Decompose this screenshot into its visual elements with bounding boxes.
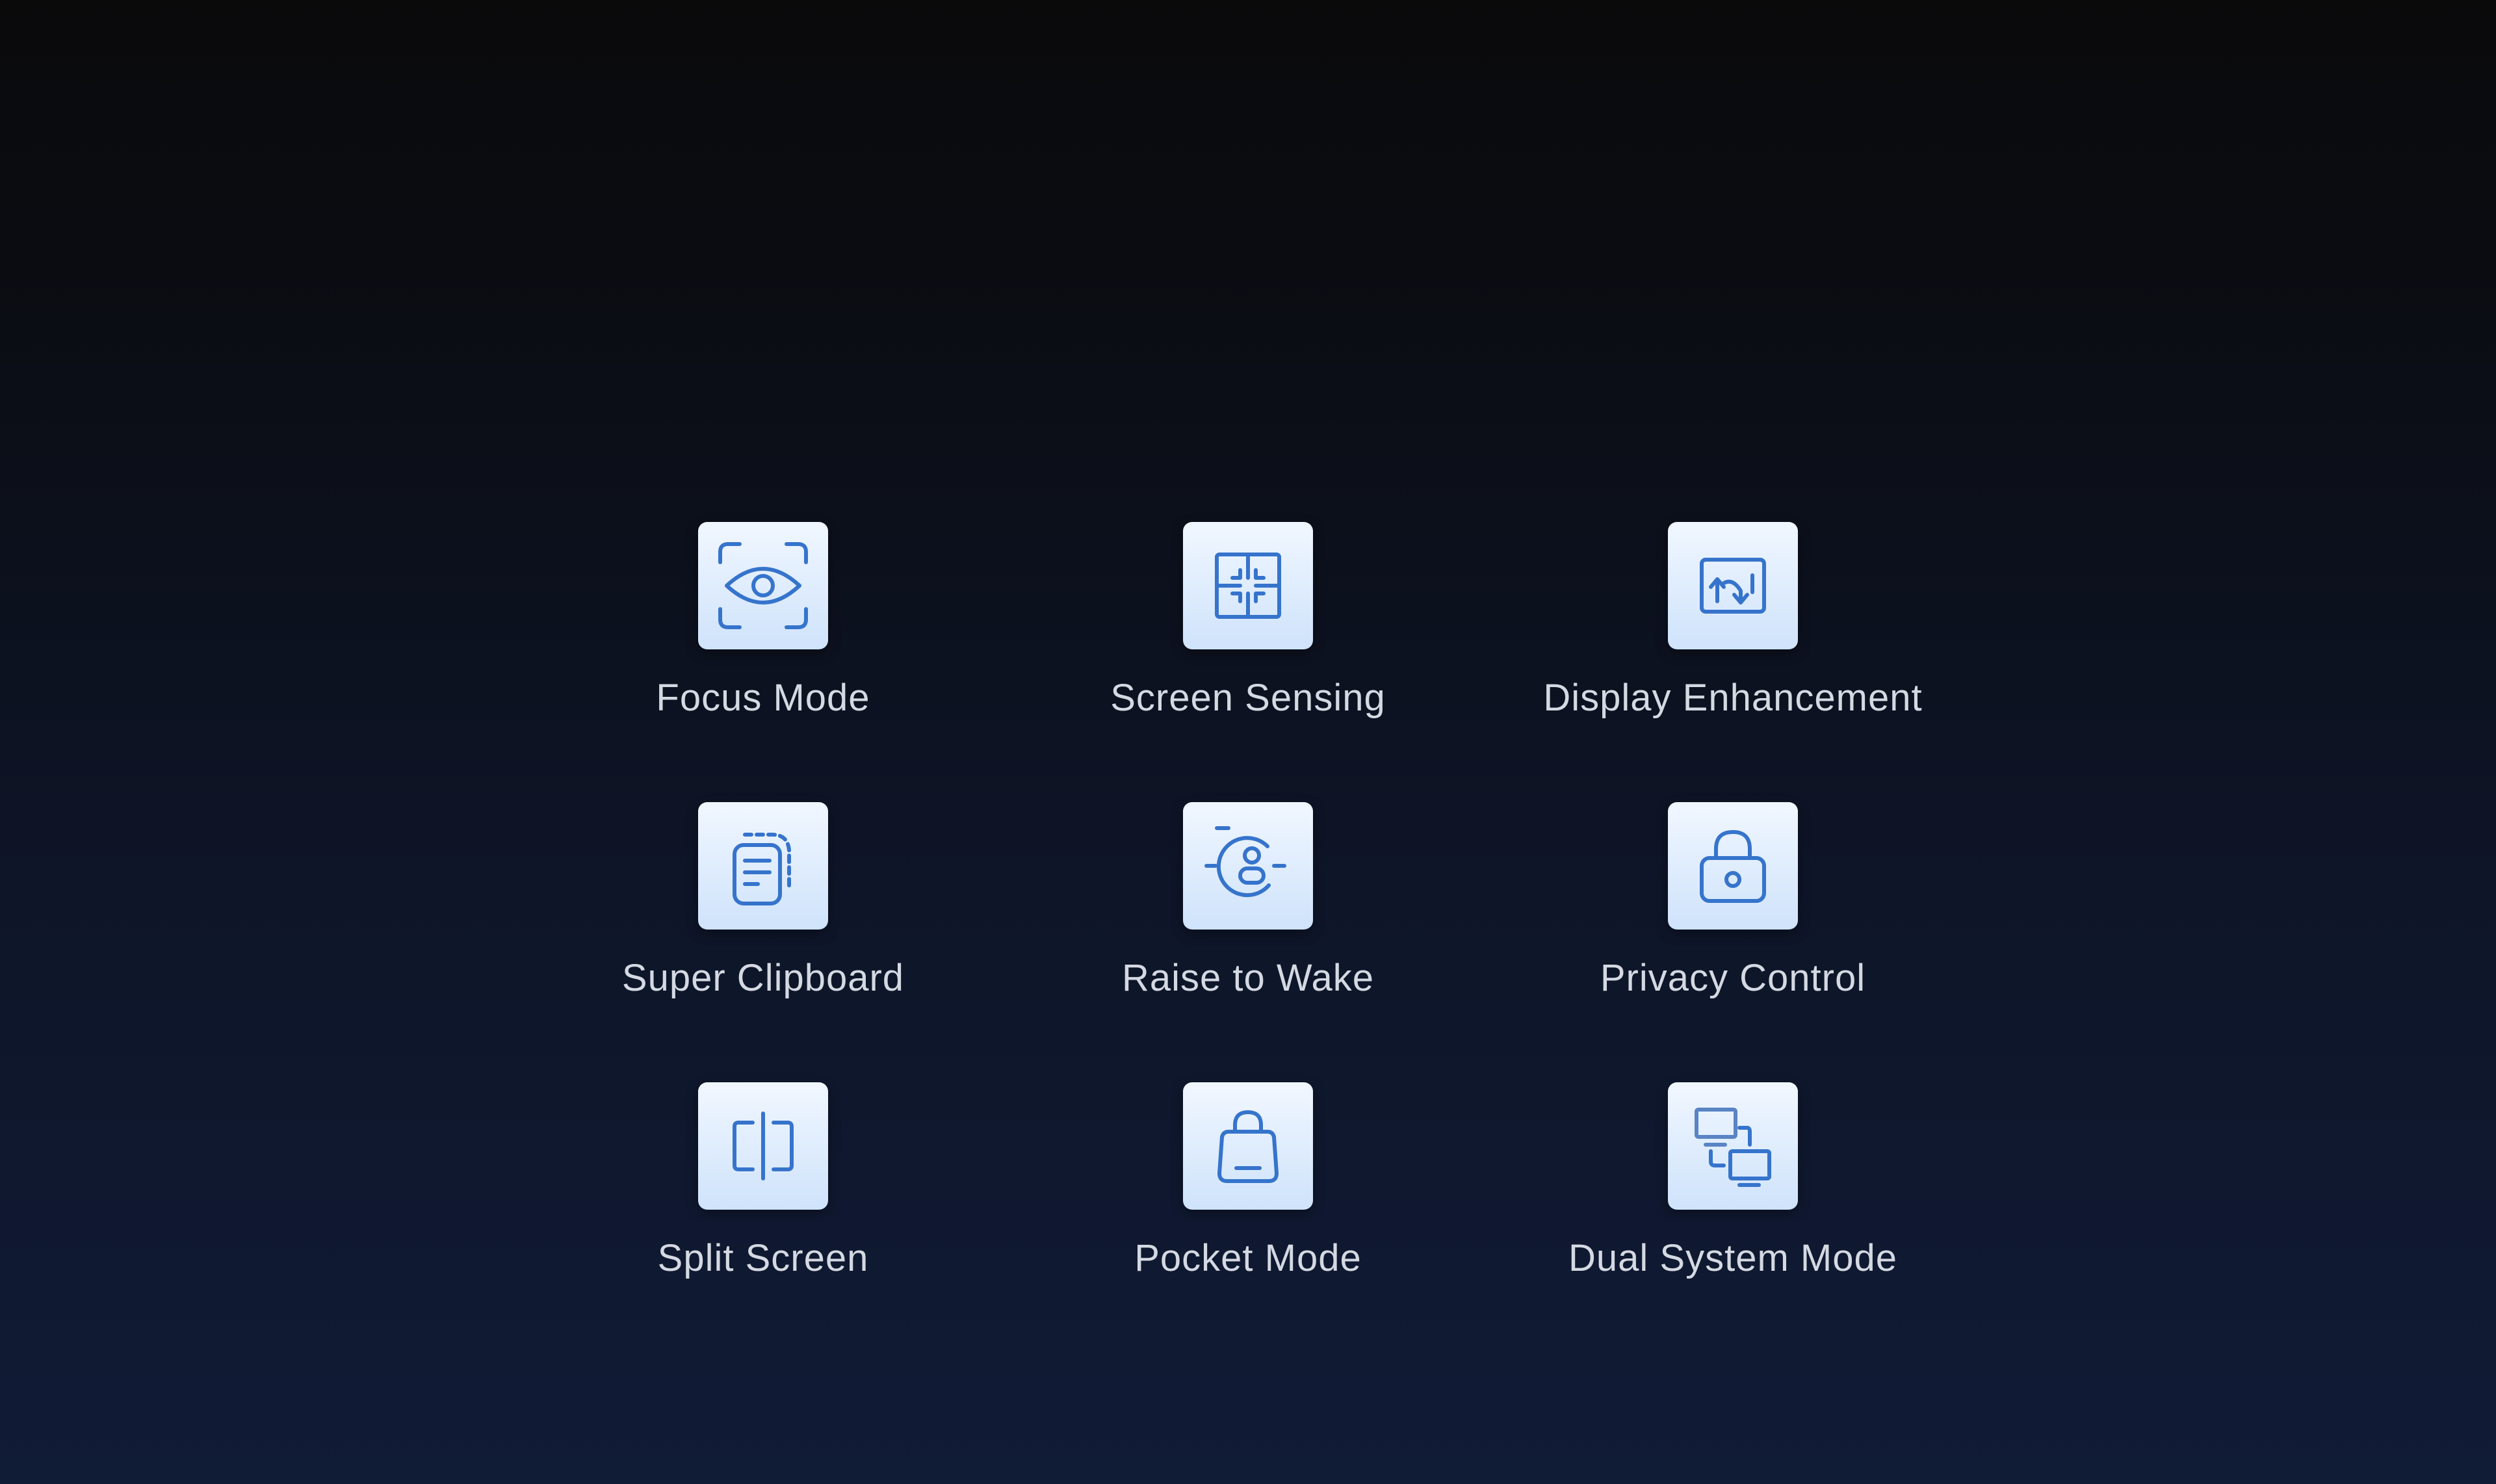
- dual-monitor-icon: [1668, 1082, 1798, 1210]
- feature-label: Super Clipboard: [621, 957, 905, 999]
- feature-label: Raise to Wake: [1122, 957, 1374, 999]
- feature-label: Pocket Mode: [1134, 1237, 1362, 1279]
- feature-display-enhancement[interactable]: Display Enhancement: [1490, 522, 1975, 717]
- feature-screen-sensing[interactable]: Screen Sensing: [1006, 522, 1490, 717]
- feature-privacy-control[interactable]: Privacy Control: [1490, 802, 1975, 997]
- feature-label: Focus Mode: [656, 677, 870, 719]
- eye-focus-icon: [698, 522, 828, 649]
- display-arrows-icon: [1668, 522, 1798, 649]
- bag-icon: [1183, 1082, 1313, 1210]
- feature-super-clipboard[interactable]: Super Clipboard: [521, 802, 1006, 997]
- clipboard-icon: [698, 802, 828, 930]
- feature-label: Display Enhancement: [1543, 677, 1923, 719]
- feature-focus-mode[interactable]: Focus Mode: [521, 522, 1006, 717]
- feature-label: Privacy Control: [1600, 957, 1866, 999]
- split-screen-icon: [698, 1082, 828, 1210]
- raise-wake-icon: [1183, 802, 1313, 930]
- feature-dual-system-mode[interactable]: Dual System Mode: [1490, 1082, 1975, 1277]
- feature-pocket-mode[interactable]: Pocket Mode: [1006, 1082, 1490, 1277]
- screen-grid-icon: [1183, 522, 1313, 649]
- feature-raise-to-wake[interactable]: Raise to Wake: [1006, 802, 1490, 997]
- feature-label: Screen Sensing: [1110, 677, 1386, 719]
- padlock-icon: [1668, 802, 1798, 930]
- feature-split-screen[interactable]: Split Screen: [521, 1082, 1006, 1277]
- feature-label: Dual System Mode: [1568, 1237, 1897, 1279]
- feature-label: Split Screen: [657, 1237, 869, 1279]
